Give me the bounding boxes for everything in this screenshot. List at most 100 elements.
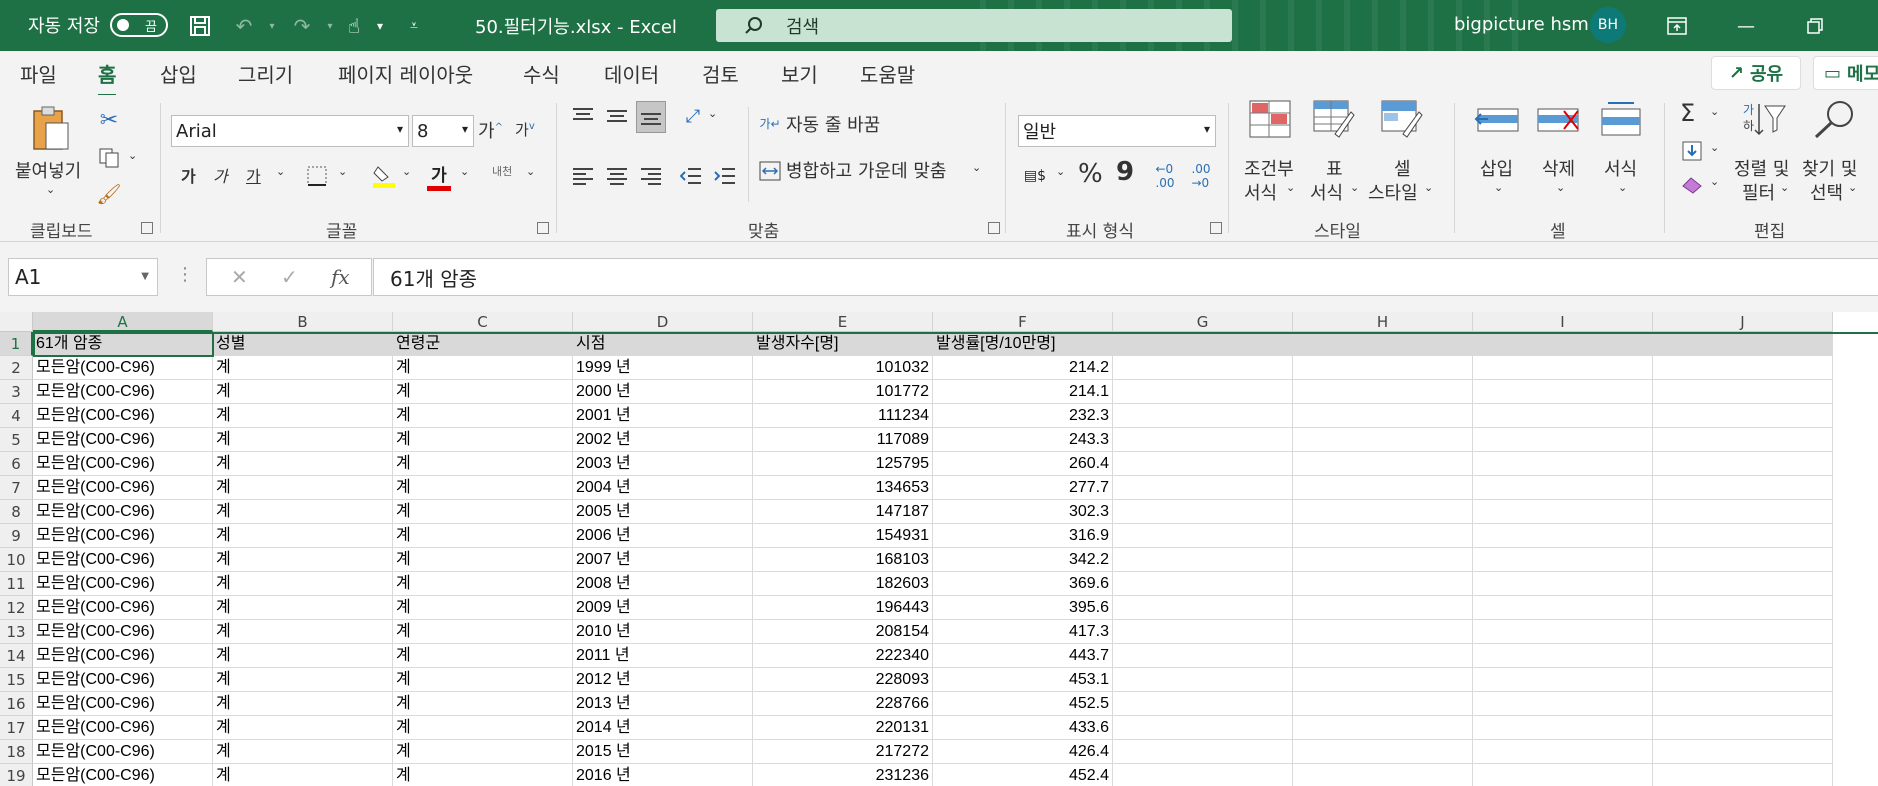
formula-input[interactable]: 61개 암종: [373, 258, 1878, 296]
cell-g7[interactable]: [1113, 476, 1293, 500]
comments-button[interactable]: ▭ 메모: [1813, 56, 1878, 90]
cut-icon[interactable]: ✂: [96, 107, 122, 133]
accounting-format-icon[interactable]: ▤$: [1020, 163, 1050, 189]
cell-d13[interactable]: 2010 년: [573, 620, 753, 644]
cell-i18[interactable]: [1473, 740, 1653, 764]
dialog-launcher-icon[interactable]: [537, 222, 549, 234]
cell-f6[interactable]: 260.4: [933, 452, 1113, 476]
row-header[interactable]: 5: [0, 428, 33, 452]
cell-d7[interactable]: 2004 년: [573, 476, 753, 500]
cell-c13[interactable]: 계: [393, 620, 573, 644]
cell-f19[interactable]: 452.4: [933, 764, 1113, 786]
tab-data[interactable]: 데이터: [604, 59, 659, 88]
cell-j18[interactable]: [1653, 740, 1833, 764]
cell-c8[interactable]: 계: [393, 500, 573, 524]
column-header-f[interactable]: F: [933, 312, 1113, 332]
cell-i16[interactable]: [1473, 692, 1653, 716]
cell-f4[interactable]: 232.3: [933, 404, 1113, 428]
cell-h7[interactable]: [1293, 476, 1473, 500]
cell-e3[interactable]: 101772: [753, 380, 933, 404]
cell-b6[interactable]: 계: [213, 452, 393, 476]
cell-d9[interactable]: 2006 년: [573, 524, 753, 548]
cell-d4[interactable]: 2001 년: [573, 404, 753, 428]
chevron-down-icon[interactable]: ⌄: [1780, 181, 1789, 194]
cell-g15[interactable]: [1113, 668, 1293, 692]
chevron-down-icon[interactable]: ⌄: [128, 149, 137, 162]
tab-home[interactable]: 홈: [98, 59, 117, 97]
cell-h15[interactable]: [1293, 668, 1473, 692]
cell-g19[interactable]: [1113, 764, 1293, 786]
find-select-icon[interactable]: [1810, 99, 1858, 139]
cell-b11[interactable]: 계: [213, 572, 393, 596]
column-header-i[interactable]: I: [1473, 312, 1653, 332]
chevron-down-icon[interactable]: ▾: [366, 12, 394, 40]
spreadsheet-grid[interactable]: A B C D E F G H I J 1 61개 암종 성별 연령군 시점 발생자수[명] 발생률[명/10만…: [0, 312, 1878, 786]
cell-d11[interactable]: 2008 년: [573, 572, 753, 596]
cell-a18[interactable]: 모든암(C00-C96): [33, 740, 213, 764]
chevron-down-icon[interactable]: ⌄: [1556, 181, 1565, 194]
cell-b18[interactable]: 계: [213, 740, 393, 764]
chevron-down-icon[interactable]: ⌄: [1710, 141, 1719, 154]
cell-i15[interactable]: [1473, 668, 1653, 692]
cell-h10[interactable]: [1293, 548, 1473, 572]
fill-color-icon[interactable]: [372, 163, 396, 189]
conditional-formatting-icon[interactable]: [1248, 99, 1292, 139]
row-header[interactable]: 17: [0, 716, 33, 740]
cell-b16[interactable]: 계: [213, 692, 393, 716]
cell-g4[interactable]: [1113, 404, 1293, 428]
dialog-launcher-icon[interactable]: [141, 222, 153, 234]
cell-f3[interactable]: 214.1: [933, 380, 1113, 404]
cell-a9[interactable]: 모든암(C00-C96): [33, 524, 213, 548]
format-cells-button[interactable]: 서식: [1604, 155, 1637, 181]
cell-e7[interactable]: 134653: [753, 476, 933, 500]
cell-j4[interactable]: [1653, 404, 1833, 428]
row-header[interactable]: 4: [0, 404, 33, 428]
cell-i5[interactable]: [1473, 428, 1653, 452]
cell-e19[interactable]: 231236: [753, 764, 933, 786]
cell-a2[interactable]: 모든암(C00-C96): [33, 356, 213, 380]
cell-j19[interactable]: [1653, 764, 1833, 786]
cell-g3[interactable]: [1113, 380, 1293, 404]
cell-a3[interactable]: 모든암(C00-C96): [33, 380, 213, 404]
decrease-font-size-icon[interactable]: 가v: [515, 119, 535, 140]
chevron-down-icon[interactable]: ⌄: [46, 183, 55, 196]
cell-b8[interactable]: 계: [213, 500, 393, 524]
cell-f15[interactable]: 453.1: [933, 668, 1113, 692]
cell-c1[interactable]: 연령군: [393, 332, 573, 356]
cell-f2[interactable]: 214.2: [933, 356, 1113, 380]
tab-review[interactable]: 검토: [702, 59, 739, 88]
cell-i2[interactable]: [1473, 356, 1653, 380]
cell-d15[interactable]: 2012 년: [573, 668, 753, 692]
cell-a19[interactable]: 모든암(C00-C96): [33, 764, 213, 786]
cell-g6[interactable]: [1113, 452, 1293, 476]
user-name[interactable]: bigpicture hsm: [1454, 14, 1589, 35]
font-size-select[interactable]: 8 ▾: [412, 115, 474, 147]
cancel-icon[interactable]: ✕: [231, 265, 248, 289]
cell-f1[interactable]: 발생률[명/10만명]: [933, 332, 1113, 356]
autosave[interactable]: 자동 저장 끔: [28, 12, 168, 38]
cell-f5[interactable]: 243.3: [933, 428, 1113, 452]
font-name-select[interactable]: Arial ▾: [171, 115, 409, 147]
cell-styles-button[interactable]: 셀: [1394, 155, 1411, 181]
delete-cells-icon[interactable]: [1536, 99, 1582, 139]
cell-e9[interactable]: 154931: [753, 524, 933, 548]
cell-j11[interactable]: [1653, 572, 1833, 596]
cell-b13[interactable]: 계: [213, 620, 393, 644]
cell-h3[interactable]: [1293, 380, 1473, 404]
cell-h1[interactable]: [1293, 332, 1473, 356]
cell-i7[interactable]: [1473, 476, 1653, 500]
cell-styles-icon[interactable]: [1380, 99, 1424, 139]
tab-draw[interactable]: 그리기: [238, 59, 293, 88]
cell-g1[interactable]: [1113, 332, 1293, 356]
merge-center-button[interactable]: 병합하고 가운데 맞춤: [786, 157, 946, 183]
cell-e14[interactable]: 222340: [753, 644, 933, 668]
cell-c11[interactable]: 계: [393, 572, 573, 596]
row-header[interactable]: 8: [0, 500, 33, 524]
cell-e18[interactable]: 217272: [753, 740, 933, 764]
cell-a15[interactable]: 모든암(C00-C96): [33, 668, 213, 692]
cell-i13[interactable]: [1473, 620, 1653, 644]
cell-g9[interactable]: [1113, 524, 1293, 548]
cell-i10[interactable]: [1473, 548, 1653, 572]
column-header-e[interactable]: E: [753, 312, 933, 332]
cell-j12[interactable]: [1653, 596, 1833, 620]
